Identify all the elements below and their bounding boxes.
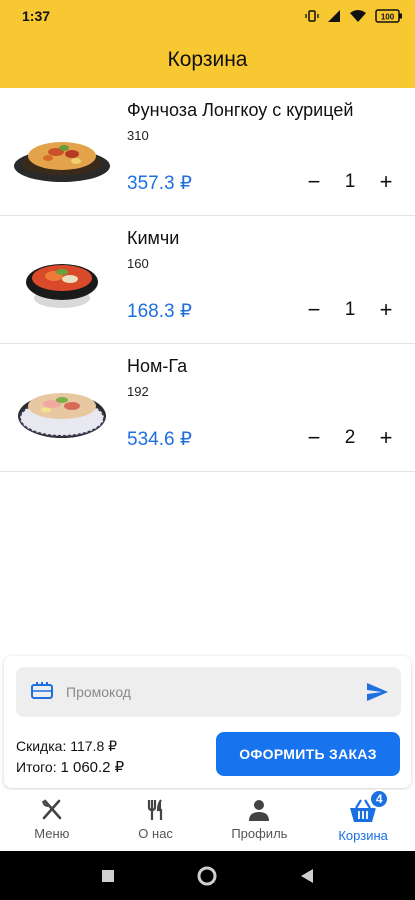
item-name: Ном-Га <box>127 356 188 376</box>
wifi-icon <box>350 10 366 22</box>
page-title: Корзина <box>167 48 248 71</box>
checkout-button[interactable]: ОФОРМИТЬ ЗАКАЗ <box>216 732 400 776</box>
quantity-stepper: − 1 + <box>300 168 400 196</box>
cart-list: Фунчоза Лонгкоу с курицей 310 357.3 ₽ − … <box>0 88 415 472</box>
increase-button[interactable]: + <box>372 168 400 196</box>
fork-knife-icon <box>41 799 62 820</box>
item-price: 534.6 ₽ <box>127 429 192 450</box>
cart-item: Фунчоза Лонгкоу с курицей 310 357.3 ₽ − … <box>0 88 415 216</box>
cart-item: Кимчи 160 168.3 ₽ − 1 + <box>0 216 415 344</box>
svg-text:100: 100 <box>381 13 395 22</box>
quantity-value: 1 <box>344 299 356 320</box>
status-icons: 100 <box>305 9 403 23</box>
decrease-button[interactable]: − <box>300 296 328 324</box>
nav-item-about[interactable]: О нас <box>104 790 208 851</box>
item-weight: 192 <box>127 384 149 399</box>
home-icon[interactable] <box>196 865 218 887</box>
increase-button[interactable]: + <box>372 424 400 452</box>
nav-item-profile[interactable]: Профиль <box>208 790 312 851</box>
item-price: 168.3 ₽ <box>127 301 192 322</box>
bottom-navigation: Меню О нас Профиль 4 Корзина <box>0 789 415 851</box>
quantity-value: 1 <box>344 171 356 192</box>
item-weight: 310 <box>127 128 149 143</box>
ticket-icon <box>31 682 53 699</box>
quantity-stepper: − 1 + <box>300 296 400 324</box>
cart-item: Ном-Га 192 534.6 ₽ − 2 + <box>0 344 415 472</box>
status-bar: 1:37 100 <box>0 0 415 32</box>
decrease-button[interactable]: − <box>300 424 328 452</box>
nav-label: О нас <box>138 826 173 841</box>
system-navigation-bar <box>0 851 415 900</box>
send-icon[interactable] <box>365 680 389 704</box>
order-summary-panel: Скидка: 117.8 ₽ Итого: 1 060.2 ₽ ОФОРМИТ… <box>4 656 411 788</box>
quantity-stepper: − 2 + <box>300 424 400 452</box>
cutlery-icon <box>147 799 162 820</box>
item-price: 357.3 ₽ <box>127 173 192 194</box>
total-row: Итого: 1 060.2 ₽ <box>16 757 124 778</box>
discount-value: 117.8 ₽ <box>70 738 118 754</box>
decrease-button[interactable]: − <box>300 168 328 196</box>
battery-icon: 100 <box>375 9 402 23</box>
vibrate-icon <box>305 10 319 22</box>
back-icon[interactable] <box>300 868 314 884</box>
noodles-plate-image <box>14 142 110 182</box>
discount-label: Скидка: <box>16 738 67 754</box>
kimchi-bowl-image <box>26 264 98 308</box>
nav-label: Профиль <box>231 826 288 841</box>
promo-field <box>16 667 401 717</box>
item-weight: 160 <box>127 256 149 271</box>
totals: Скидка: 117.8 ₽ Итого: 1 060.2 ₽ <box>16 736 124 778</box>
total-label: Итого: <box>16 759 57 775</box>
total-value: 1 060.2 ₽ <box>60 759 125 776</box>
item-name: Фунчоза Лонгкоу с курицей <box>127 100 354 120</box>
cart-count-badge: 4 <box>369 789 390 809</box>
signal-icon <box>328 10 340 22</box>
nom-ga-bowl-image <box>18 393 106 438</box>
app-bar: Корзина <box>0 32 415 88</box>
nav-item-menu[interactable]: Меню <box>0 790 104 851</box>
status-time: 1:37 <box>22 8 51 24</box>
person-icon <box>249 800 270 821</box>
quantity-value: 2 <box>344 427 356 448</box>
promo-code-input[interactable] <box>66 677 346 707</box>
recents-icon[interactable] <box>101 869 115 883</box>
discount-row: Скидка: 117.8 ₽ <box>16 736 124 757</box>
nav-item-cart[interactable]: 4 Корзина <box>311 789 415 851</box>
item-name: Кимчи <box>127 228 180 248</box>
increase-button[interactable]: + <box>372 296 400 324</box>
nav-label: Корзина <box>338 828 388 843</box>
nav-label: Меню <box>34 826 70 841</box>
